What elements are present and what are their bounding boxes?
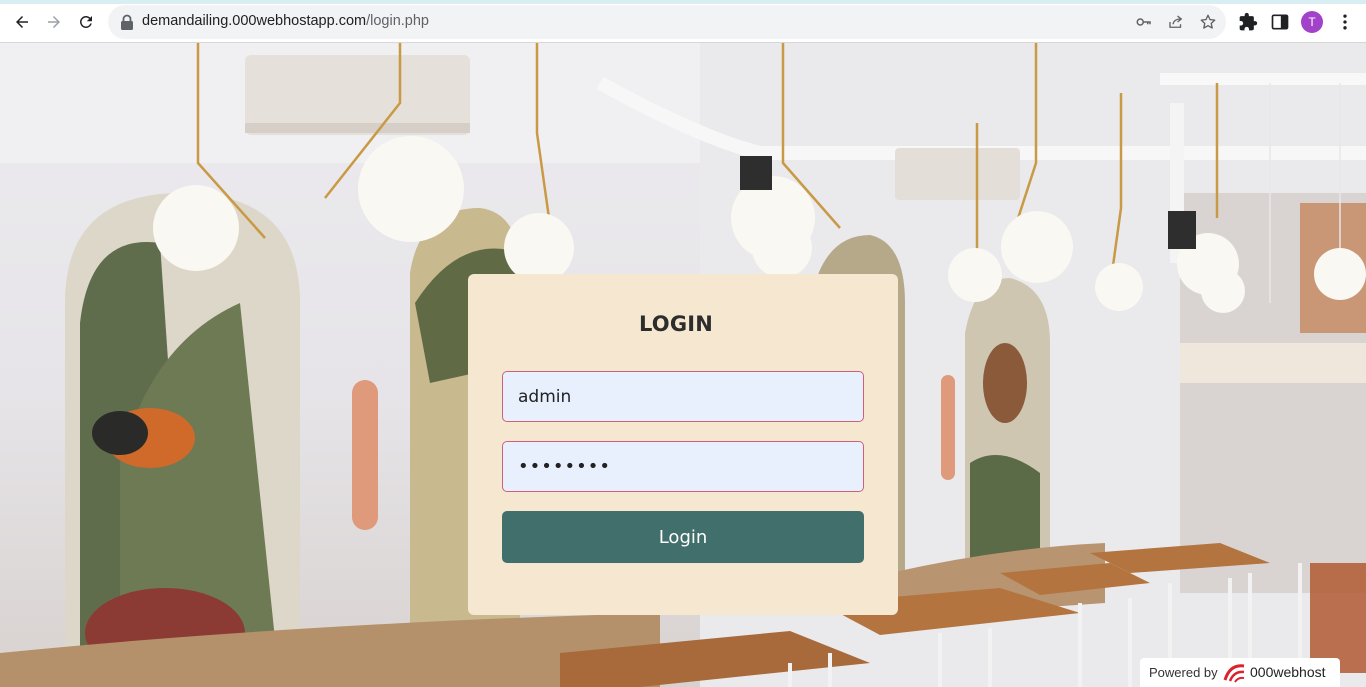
powered-by-brand: 000webhost [1250, 664, 1326, 680]
key-icon [1136, 18, 1151, 26]
login-button[interactable]: Login [502, 511, 864, 563]
username-input[interactable]: admin [502, 371, 864, 422]
url-host: demandailing.000webhostapp.com [142, 13, 367, 29]
back-button[interactable] [9, 9, 35, 35]
tab-strip-edge [0, 0, 1366, 4]
browser-toolbar: demandailing.000webhostapp.com/login.php [0, 0, 1366, 43]
bookmark-button[interactable] [1199, 13, 1217, 31]
lock-icon[interactable] [120, 14, 134, 30]
login-card: LOGIN admin •••••••• Login [468, 274, 898, 615]
extensions-button[interactable] [1238, 12, 1258, 32]
side-panel-button[interactable] [1270, 12, 1290, 32]
puzzle-icon [1239, 12, 1258, 31]
password-key-button[interactable] [1135, 13, 1153, 31]
forward-button[interactable] [41, 9, 67, 35]
password-input[interactable]: •••••••• [502, 441, 864, 492]
address-bar[interactable]: demandailing.000webhostapp.com/login.php [108, 5, 1226, 39]
share-icon [1169, 15, 1183, 28]
menu-button[interactable] [1335, 12, 1355, 32]
powered-by-label: Powered by [1149, 665, 1218, 680]
login-title: LOGIN [638, 312, 714, 336]
url-path: /login.php [366, 13, 429, 29]
back-arrow-icon [16, 16, 28, 28]
000webhost-logo-icon [1223, 664, 1245, 683]
forward-arrow-icon [48, 16, 60, 28]
url-text[interactable]: demandailing.000webhostapp.com/login.php [142, 13, 429, 29]
reload-button[interactable] [73, 9, 99, 35]
share-button[interactable] [1167, 13, 1185, 31]
side-panel-icon [1271, 14, 1289, 30]
star-icon [1200, 14, 1216, 29]
powered-by-badge[interactable]: Powered by 000webhost [1140, 658, 1340, 687]
reload-icon [79, 15, 92, 28]
more-vert-icon [1343, 14, 1347, 30]
profile-avatar[interactable]: T [1301, 11, 1323, 33]
